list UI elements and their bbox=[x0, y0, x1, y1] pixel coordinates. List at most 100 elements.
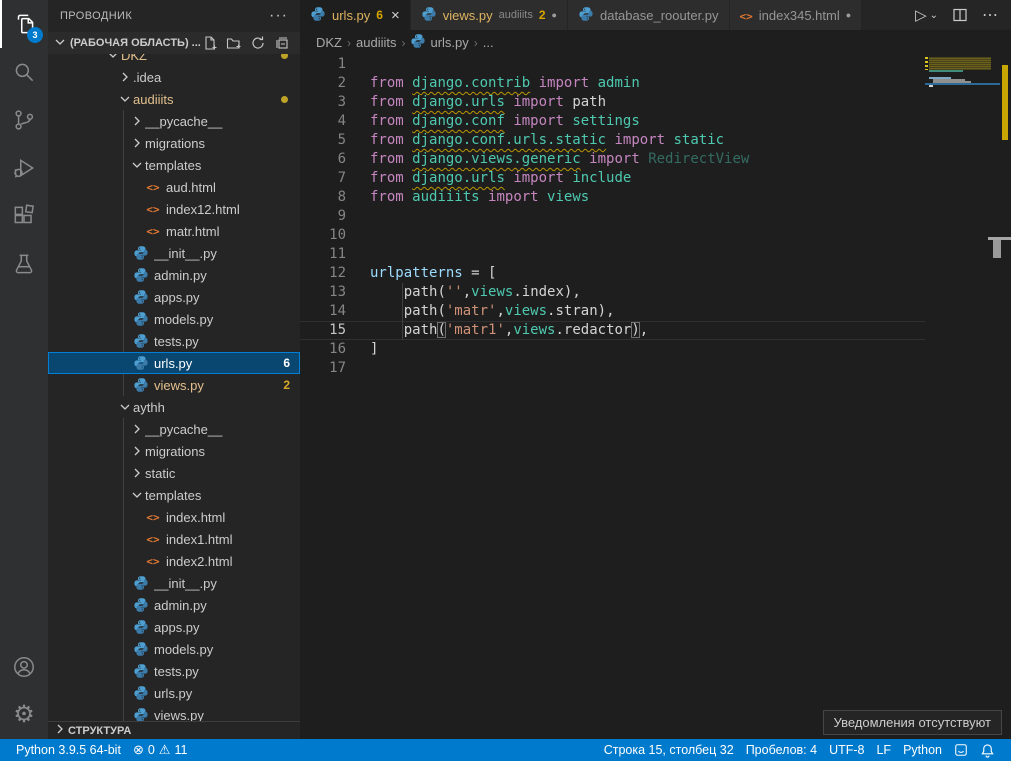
tree-item-index2.html[interactable]: <>index2.html bbox=[48, 550, 300, 572]
line-number[interactable]: 10 bbox=[300, 226, 355, 245]
code-line-13[interactable]: 13 path('',views.index), bbox=[300, 283, 925, 302]
encoding-setting[interactable]: UTF-8 bbox=[823, 739, 870, 761]
code-line-9[interactable]: 9 bbox=[300, 207, 925, 226]
code-line-5[interactable]: 5from django.conf.urls.static import sta… bbox=[300, 131, 925, 150]
activity-testing[interactable] bbox=[0, 240, 48, 288]
scrollbar-thumb[interactable] bbox=[993, 240, 1001, 258]
activity-settings[interactable]: ⚙ bbox=[0, 691, 48, 739]
code-line-8[interactable]: 8from audiiits import views bbox=[300, 188, 925, 207]
line-number[interactable]: 1 bbox=[300, 55, 355, 74]
tab-database_roouter.py[interactable]: database_roouter.py bbox=[568, 0, 730, 30]
activity-run-debug[interactable] bbox=[0, 144, 48, 192]
tree-item-admin.py[interactable]: admin.py bbox=[48, 594, 300, 616]
code-line-3[interactable]: 3from django.urls import path bbox=[300, 93, 925, 112]
overview-ruler[interactable] bbox=[1000, 55, 1011, 739]
line-number[interactable]: 7 bbox=[300, 169, 355, 188]
breadcrumb-item-urls.py[interactable]: urls.py bbox=[410, 33, 468, 52]
tab-views.py[interactable]: views.pyaudiiits2● bbox=[411, 0, 568, 30]
tab-urls.py[interactable]: urls.py6× bbox=[300, 0, 411, 30]
cursor-position[interactable]: Строка 15, столбец 32 bbox=[598, 739, 740, 761]
tree-item-apps.py[interactable]: apps.py bbox=[48, 286, 300, 308]
line-number[interactable]: 16 bbox=[300, 340, 355, 359]
tree-item-views.py[interactable]: views.py2 bbox=[48, 374, 300, 396]
breadcrumb-item-DKZ[interactable]: DKZ bbox=[316, 35, 342, 50]
sidebar-more-actions-icon[interactable]: ··· bbox=[269, 7, 288, 25]
line-number[interactable]: 3 bbox=[300, 93, 355, 112]
tab-index345.html[interactable]: <>index345.html● bbox=[730, 0, 863, 30]
tree-item-migrations[interactable]: migrations bbox=[48, 132, 300, 154]
code-line-16[interactable]: 16] bbox=[300, 340, 925, 359]
tree-item-__pycache__[interactable]: __pycache__ bbox=[48, 418, 300, 440]
code-line-10[interactable]: 10 bbox=[300, 226, 925, 245]
line-number[interactable]: 4 bbox=[300, 112, 355, 131]
line-number[interactable]: 17 bbox=[300, 359, 355, 378]
new-folder-icon[interactable] bbox=[226, 35, 242, 51]
code-line-14[interactable]: 14 path('matr',views.stran), bbox=[300, 302, 925, 321]
tree-item-urls.py[interactable]: urls.py bbox=[48, 682, 300, 704]
tree-item-tests.py[interactable]: tests.py bbox=[48, 660, 300, 682]
tree-item-apps.py[interactable]: apps.py bbox=[48, 616, 300, 638]
tree-item-models.py[interactable]: models.py bbox=[48, 638, 300, 660]
minimap[interactable] bbox=[925, 55, 1000, 739]
line-number[interactable]: 11 bbox=[300, 245, 355, 264]
line-number[interactable]: 12 bbox=[300, 264, 355, 283]
code-line-2[interactable]: 2from django.contrib import admin bbox=[300, 74, 925, 93]
tree-item-audiiits[interactable]: audiiits bbox=[48, 88, 300, 110]
more-actions-icon[interactable]: ⋯ bbox=[982, 5, 999, 25]
breadcrumb-item-...[interactable]: ... bbox=[483, 35, 494, 50]
language-mode[interactable]: Python bbox=[897, 739, 948, 761]
tree-item-admin.py[interactable]: admin.py bbox=[48, 264, 300, 286]
tree-item-index12.html[interactable]: <>index12.html bbox=[48, 198, 300, 220]
code-line-11[interactable]: 11 bbox=[300, 245, 925, 264]
tree-item-templates[interactable]: templates bbox=[48, 154, 300, 176]
activity-search[interactable] bbox=[0, 48, 48, 96]
problems-indicator[interactable]: ⊗ 0 ⚠ 11 bbox=[127, 739, 194, 761]
run-python-button[interactable]: ▷ ⌄ bbox=[915, 6, 938, 24]
activity-explorer[interactable]: 3 bbox=[0, 0, 48, 48]
tree-item-static[interactable]: static bbox=[48, 462, 300, 484]
line-number[interactable]: 2 bbox=[300, 74, 355, 93]
run-dropdown-icon[interactable]: ⌄ bbox=[930, 10, 938, 21]
new-file-icon[interactable] bbox=[202, 35, 218, 51]
tree-item-views.py[interactable]: views.py bbox=[48, 704, 300, 721]
workspace-section-header[interactable]: (РАБОЧАЯ ОБЛАСТЬ) ... bbox=[48, 32, 300, 54]
code-line-1[interactable]: 1 bbox=[300, 55, 925, 74]
activity-source-control[interactable] bbox=[0, 96, 48, 144]
refresh-icon[interactable] bbox=[250, 35, 266, 51]
tree-item-migrations[interactable]: migrations bbox=[48, 440, 300, 462]
line-number[interactable]: 13 bbox=[300, 283, 355, 302]
line-number[interactable]: 14 bbox=[300, 302, 355, 321]
tree-item-aud.html[interactable]: <>aud.html bbox=[48, 176, 300, 198]
tree-item-__init__.py[interactable]: __init__.py bbox=[48, 572, 300, 594]
line-number[interactable]: 9 bbox=[300, 207, 355, 226]
code-line-12[interactable]: 12urlpatterns = [ bbox=[300, 264, 925, 283]
line-number[interactable]: 6 bbox=[300, 150, 355, 169]
tree-item-models.py[interactable]: models.py bbox=[48, 308, 300, 330]
breadcrumb-item-audiiits[interactable]: audiiits bbox=[356, 35, 396, 50]
python-interpreter[interactable]: Python 3.9.5 64-bit bbox=[10, 739, 127, 761]
line-number[interactable]: 8 bbox=[300, 188, 355, 207]
activity-accounts[interactable] bbox=[0, 643, 48, 691]
tree-item-tests.py[interactable]: tests.py bbox=[48, 330, 300, 352]
collapse-all-icon[interactable] bbox=[274, 35, 290, 51]
indentation-setting[interactable]: Пробелов: 4 bbox=[740, 739, 823, 761]
tree-item-__init__.py[interactable]: __init__.py bbox=[48, 242, 300, 264]
close-icon[interactable]: × bbox=[391, 7, 400, 24]
feedback-button[interactable] bbox=[948, 739, 974, 761]
notifications-bell[interactable] bbox=[974, 739, 1001, 761]
outline-section-header[interactable]: СТРУКТУРА bbox=[48, 721, 300, 739]
code-line-4[interactable]: 4from django.conf import settings bbox=[300, 112, 925, 131]
code-editor[interactable]: 12from django.contrib import admin3from … bbox=[300, 55, 1011, 739]
tree-item-matr.html[interactable]: <>matr.html bbox=[48, 220, 300, 242]
tree-item-DKZ[interactable]: DKZ bbox=[48, 54, 300, 66]
code-line-15[interactable]: 15 path('matr1',views.redactor), bbox=[300, 321, 925, 340]
tree-item-templates[interactable]: templates bbox=[48, 484, 300, 506]
eol-setting[interactable]: LF bbox=[870, 739, 897, 761]
tree-item-.idea[interactable]: .idea bbox=[48, 66, 300, 88]
tree-item-index1.html[interactable]: <>index1.html bbox=[48, 528, 300, 550]
activity-extensions[interactable] bbox=[0, 192, 48, 240]
code-line-6[interactable]: 6from django.views.generic import Redire… bbox=[300, 150, 925, 169]
line-number[interactable]: 5 bbox=[300, 131, 355, 150]
line-number[interactable]: 15 bbox=[300, 321, 355, 340]
split-editor-icon[interactable] bbox=[952, 7, 968, 23]
